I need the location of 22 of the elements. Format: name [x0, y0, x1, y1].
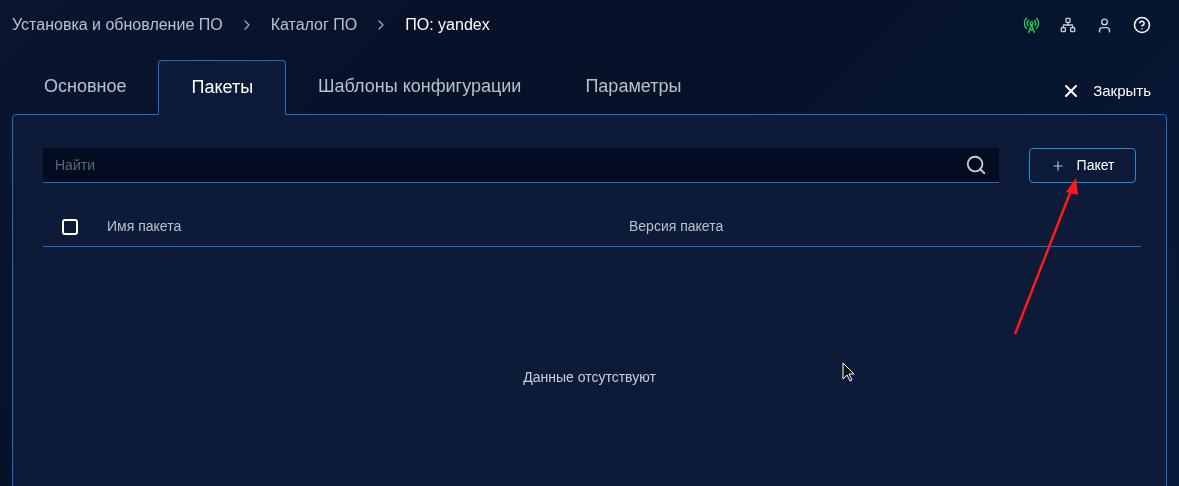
help-icon[interactable]: [1133, 16, 1151, 34]
breadcrumb[interactable]: Установка и обновление ПО: [12, 13, 223, 37]
column-header: Имя пакета: [107, 217, 183, 236]
search-field[interactable]: Найти: [43, 148, 999, 183]
cursor-icon: [842, 362, 855, 382]
breadcrumb[interactable]: Каталог ПО: [270, 13, 358, 37]
tab[interactable]: Пакеты: [158, 60, 287, 115]
search-input[interactable]: Найти: [55, 154, 965, 176]
search-icon[interactable]: [965, 154, 987, 176]
network-icon[interactable]: [1060, 17, 1076, 33]
plus-icon: [1050, 158, 1065, 173]
tab[interactable]: Параметры: [553, 59, 714, 114]
close-button[interactable]: Закрыть: [1061, 79, 1151, 102]
breadcrumb: ПО: yandex: [405, 15, 490, 35]
select-all-checkbox[interactable]: [62, 218, 78, 235]
user-icon[interactable]: [1096, 16, 1113, 34]
tab[interactable]: Шаблоны конфигурации: [286, 59, 554, 114]
empty-message: Данные отсутствуют: [523, 368, 656, 387]
antenna-icon[interactable]: [1023, 16, 1040, 34]
column-header: Версия пакета: [629, 217, 724, 236]
add-package-button[interactable]: Пакет: [1029, 148, 1136, 183]
tab[interactable]: Основное: [12, 59, 159, 114]
